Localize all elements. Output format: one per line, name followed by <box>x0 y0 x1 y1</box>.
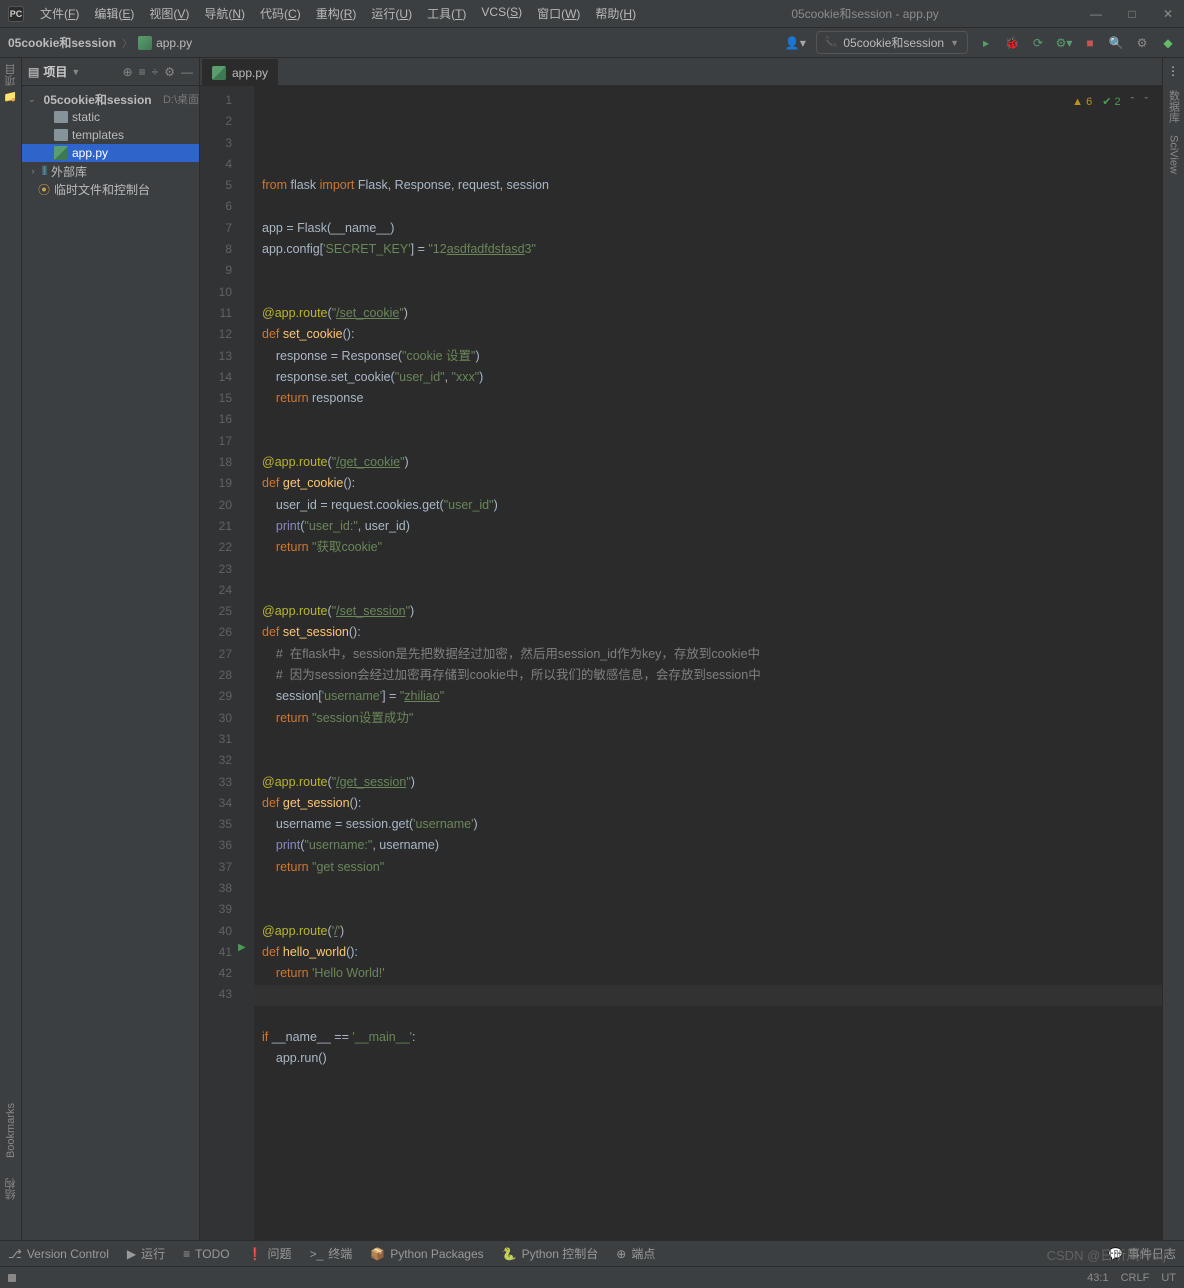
gutter-icon-strip: ▶ <box>238 86 254 1240</box>
menu-r[interactable]: 重构(R) <box>310 2 363 25</box>
inspections-widget[interactable]: ▲ 6 ✔ 2 ˆ ˇ <box>1072 92 1148 113</box>
run-icon[interactable]: ▸ <box>978 35 994 51</box>
menu-e[interactable]: 编辑(E) <box>88 2 140 25</box>
editor-tabs: app.py <box>200 58 1162 86</box>
maximize-button[interactable]: □ <box>1124 7 1140 21</box>
menu-s[interactable]: VCS(S) <box>475 2 528 25</box>
status-bar: 43:1 CRLF UT <box>0 1266 1184 1288</box>
ide-services-icon[interactable]: ◆ <box>1160 35 1176 51</box>
breadcrumb-project[interactable]: 05cookie和session <box>8 34 116 51</box>
close-button[interactable]: ✕ <box>1160 7 1176 21</box>
expand-all-icon[interactable]: ≡ <box>139 65 146 79</box>
library-icon: ⫴ <box>42 164 47 179</box>
profile-icon[interactable]: ⚙▾ <box>1056 35 1072 51</box>
settings-icon[interactable]: ⚙ <box>1134 35 1150 51</box>
left-tool-strip: 📁 项目 Bookmarks 结构 <box>0 58 22 1240</box>
status-indicator-icon[interactable] <box>8 1274 16 1282</box>
run-line-icon[interactable]: ▶ <box>238 942 246 953</box>
external-libraries[interactable]: ›⫴外部库 <box>22 162 199 180</box>
bookmarks-tool-tab[interactable]: Bookmarks <box>5 1103 17 1158</box>
project-root[interactable]: ⌄ 05cookie和session D:\桌面\fla <box>22 90 199 108</box>
project-tree[interactable]: ⌄ 05cookie和session D:\桌面\fla static temp… <box>22 86 199 1240</box>
menu-u[interactable]: 运行(U) <box>365 2 418 25</box>
search-icon[interactable]: 🔍 <box>1108 35 1124 51</box>
scratch-icon: ⦿ <box>38 181 50 198</box>
structure-tool-tab[interactable]: 结构 <box>3 1178 19 1200</box>
bottom-tab[interactable]: ⊕端点 <box>616 1245 655 1262</box>
stop-icon[interactable]: ■ <box>1082 35 1098 51</box>
chevron-up-icon[interactable]: ˆ <box>1131 92 1135 113</box>
folder-templates[interactable]: templates <box>22 126 199 144</box>
nav-toolbar: 05cookie和session 〉 app.py 👤▾ 📞 05cookie和… <box>0 28 1184 58</box>
right-tool-strip: ⋮ 数据库 SciView <box>1162 58 1184 1240</box>
phone-icon: 📞 <box>825 37 837 48</box>
menu-t[interactable]: 工具(T) <box>421 2 472 25</box>
editor-tab-app-py[interactable]: app.py <box>202 59 278 85</box>
folder-static[interactable]: static <box>22 108 199 126</box>
line-number-gutter[interactable]: 1234567891011121314151617181920212223242… <box>200 86 238 1240</box>
menu-h[interactable]: 帮助(H) <box>589 2 642 25</box>
project-sidebar: ▤项目▼ ⊕ ≡ ÷ ⚙ — ⌄ 05cookie和session D:\桌面\… <box>22 58 200 1240</box>
bottom-tab[interactable]: ❗问题 <box>248 1245 292 1262</box>
editor-area: app.py 123456789101112131415161718192021… <box>200 58 1162 1240</box>
user-icon[interactable]: 👤▾ <box>785 36 806 50</box>
line-separator[interactable]: CRLF <box>1121 1272 1150 1284</box>
breadcrumbs: 05cookie和session 〉 app.py <box>8 34 192 51</box>
main-menu: 文件(F)编辑(E)视图(V)导航(N)代码(C)重构(R)运行(U)工具(T)… <box>34 2 642 25</box>
menu-f[interactable]: 文件(F) <box>34 2 85 25</box>
more-icon[interactable]: ⋮ <box>1167 64 1180 78</box>
scratches-consoles[interactable]: ⦿临时文件和控制台 <box>22 180 199 198</box>
file-encoding[interactable]: UT <box>1161 1272 1176 1284</box>
menu-c[interactable]: 代码(C) <box>254 2 307 25</box>
coverage-icon[interactable]: ⟳ <box>1030 35 1046 51</box>
bottom-tab[interactable]: 📦Python Packages <box>370 1247 483 1261</box>
python-file-icon <box>54 146 68 160</box>
python-file-icon <box>212 66 226 80</box>
python-file-icon <box>138 36 152 50</box>
bottom-tab[interactable]: ≡TODO <box>183 1247 229 1261</box>
bottom-tab[interactable]: ▶运行 <box>127 1245 165 1262</box>
window-title: 05cookie和session - app.py <box>642 5 1088 22</box>
sidebar-title: ▤项目▼ <box>28 63 80 80</box>
collapse-all-icon[interactable]: ÷ <box>152 65 159 79</box>
bottom-tab[interactable]: 🐍Python 控制台 <box>502 1245 599 1262</box>
caret-down-icon: ▼ <box>950 38 959 48</box>
bottom-tab[interactable]: >_终端 <box>310 1245 353 1262</box>
chevron-down-icon[interactable]: ˇ <box>1144 92 1148 113</box>
hide-icon[interactable]: — <box>181 65 193 79</box>
chevron-icon: 〉 <box>122 35 132 50</box>
code-editor[interactable]: ▲ 6 ✔ 2 ˆ ˇ from flask import Flask, Res… <box>254 86 1162 1240</box>
project-tool-tab[interactable]: 📁 项目 <box>3 64 19 103</box>
gear-icon[interactable]: ⚙ <box>164 65 175 79</box>
database-tool-tab[interactable]: 数据库 <box>1166 90 1182 123</box>
menu-n[interactable]: 导航(N) <box>198 2 251 25</box>
menu-v[interactable]: 视图(V) <box>143 2 195 25</box>
app-logo: PC <box>8 6 24 22</box>
bottom-tab[interactable]: ⎇Version Control <box>8 1247 109 1261</box>
file-app-py[interactable]: app.py <box>22 144 199 162</box>
minimize-button[interactable]: — <box>1088 7 1104 21</box>
select-opened-icon[interactable]: ⊕ <box>123 65 133 79</box>
titlebar: PC 文件(F)编辑(E)视图(V)导航(N)代码(C)重构(R)运行(U)工具… <box>0 0 1184 28</box>
sciview-tool-tab[interactable]: SciView <box>1168 135 1180 174</box>
menu-w[interactable]: 窗口(W) <box>531 2 586 25</box>
caret-position[interactable]: 43:1 <box>1087 1272 1108 1284</box>
debug-icon[interactable]: 🐞 <box>1004 35 1020 51</box>
watermark: CSDN @日听风吟tnj <box>1047 1245 1166 1264</box>
bottom-tool-bar: ⎇Version Control ▶运行 ≡TODO ❗问题 >_终端 📦Python P… <box>0 1240 1184 1266</box>
breadcrumb-file[interactable]: app.py <box>138 36 192 50</box>
run-config-selector[interactable]: 📞 05cookie和session ▼ <box>816 31 968 54</box>
